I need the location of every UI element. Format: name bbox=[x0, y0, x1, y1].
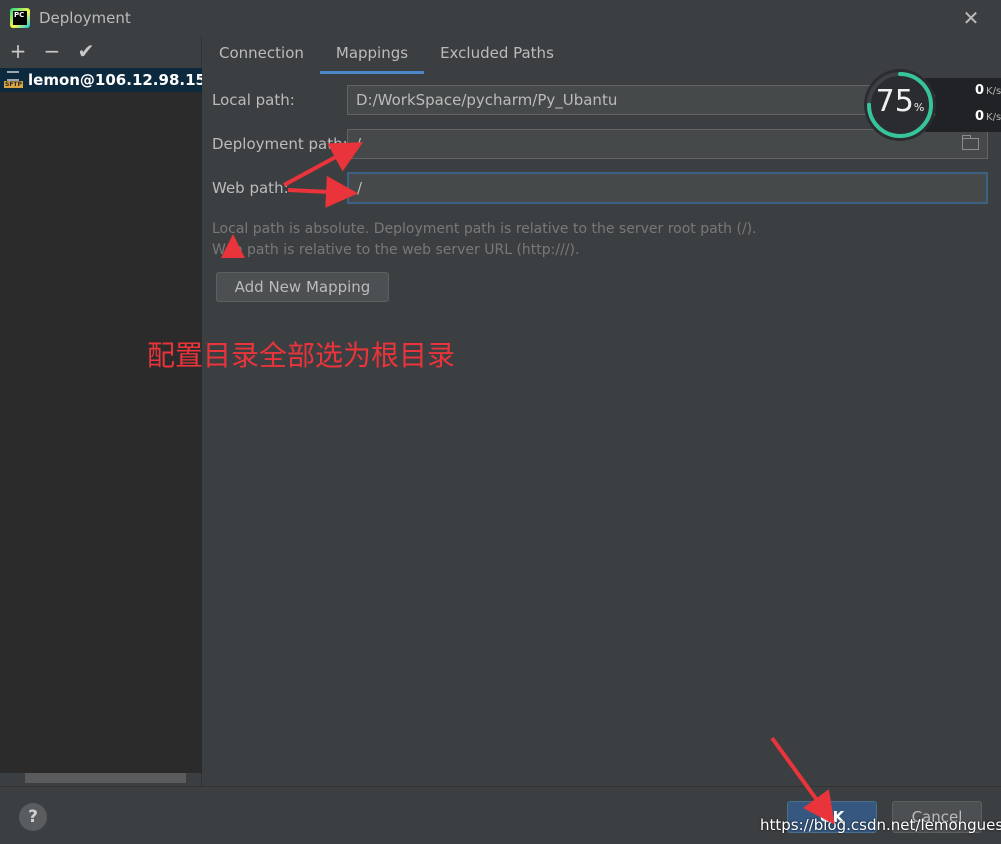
sidebar-toolbar: + − ✔ bbox=[0, 36, 201, 66]
tab-connection[interactable]: Connection bbox=[203, 36, 320, 74]
local-path-value: D:/WorkSpace/pycharm/Py_Ubantu bbox=[356, 91, 618, 109]
set-default-check-icon[interactable]: ✔ bbox=[76, 41, 96, 61]
server-list-item[interactable]: SFTP lemon@106.12.98.151:2 bbox=[0, 68, 202, 92]
add-new-mapping-button[interactable]: Add New Mapping bbox=[216, 272, 389, 302]
annotation-text: 配置目录全部选为根目录 bbox=[147, 339, 456, 372]
add-server-icon[interactable]: + bbox=[8, 41, 28, 61]
window-title: Deployment bbox=[39, 9, 131, 27]
server-list: SFTP lemon@106.12.98.151:2 bbox=[0, 68, 202, 773]
web-path-value: / bbox=[357, 179, 363, 197]
deployment-path-value: / bbox=[356, 135, 362, 153]
deployment-path-label: Deployment path: bbox=[212, 135, 348, 153]
sftp-server-icon: SFTP bbox=[4, 70, 24, 90]
tab-bar: Connection Mappings Excluded Paths bbox=[203, 36, 570, 74]
web-path-label: Web path: bbox=[212, 179, 289, 197]
title-bar: PC Deployment ✕ bbox=[0, 0, 1001, 36]
download-speed: 0 K/s bbox=[975, 109, 1001, 124]
watermark-text: https://blog.csdn.net/lemonguess bbox=[760, 816, 1001, 834]
dialog-footer: ? OK Cancel https://blog.csdn.net/lemong… bbox=[0, 786, 1001, 844]
upload-speed: 0 K/s bbox=[975, 83, 1001, 98]
web-path-field[interactable]: / bbox=[347, 172, 988, 204]
server-name: lemon@106.12.98.151:2 bbox=[28, 71, 202, 89]
help-text-line-1: Local path is absolute. Deployment path … bbox=[212, 221, 757, 237]
local-path-label: Local path: bbox=[212, 91, 295, 109]
arrow-to-web-path bbox=[287, 175, 358, 208]
remove-server-icon[interactable]: − bbox=[42, 41, 62, 61]
tab-excluded-paths[interactable]: Excluded Paths bbox=[424, 36, 570, 74]
tab-mappings[interactable]: Mappings bbox=[319, 36, 425, 74]
close-icon[interactable]: ✕ bbox=[961, 8, 981, 28]
help-text-line-2: Web path is relative to the web server U… bbox=[212, 242, 580, 258]
server-sidebar: + − ✔ SFTP lemon@106.12.98.151:2 bbox=[0, 36, 202, 786]
network-speed-widget: ▲ 0K/s ▼ 0K/s 75% bbox=[863, 68, 1001, 142]
horizontal-scrollbar[interactable] bbox=[25, 773, 186, 783]
pycharm-app-icon: PC bbox=[10, 8, 30, 28]
gauge-percent: 75% bbox=[875, 84, 925, 119]
help-button[interactable]: ? bbox=[19, 803, 47, 831]
deployment-dialog: PC Deployment ✕ + − ✔ SFTP lemon@106.12.… bbox=[0, 0, 1001, 844]
